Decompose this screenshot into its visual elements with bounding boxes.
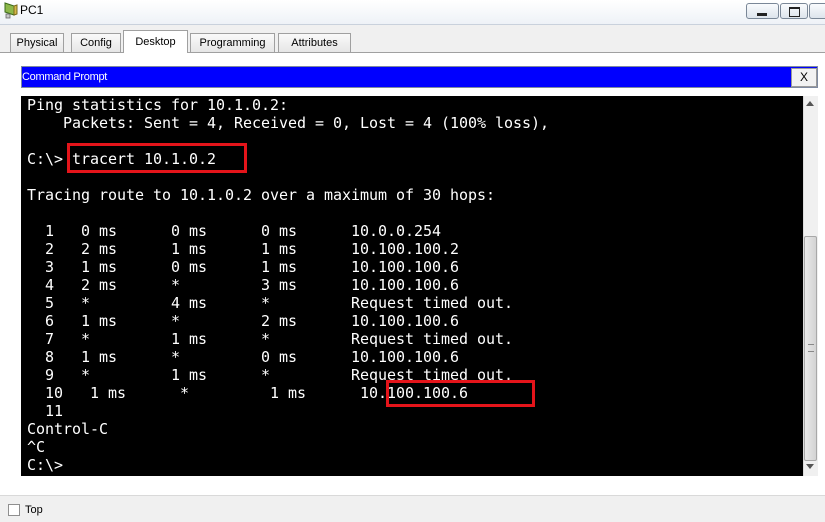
maximize-button[interactable]: [780, 3, 808, 19]
terminal-line: 6 1 ms * 2 ms 10.100.100.6: [27, 312, 460, 330]
terminal-line: 7 * 1 ms * Request timed out.: [27, 330, 514, 348]
terminal-line: 2 2 ms 1 ms 1 ms 10.100.100.2: [27, 240, 460, 258]
terminal-line: Ping statistics for 10.1.0.2:: [27, 96, 289, 114]
tracert-command-highlight: [67, 143, 247, 173]
tab-config[interactable]: Config: [71, 33, 121, 52]
terminal-line: C:\>: [27, 456, 64, 474]
minimize-button[interactable]: [746, 3, 779, 19]
terminal-line: 5 * 4 ms * Request timed out.: [27, 294, 514, 312]
tab-attributes[interactable]: Attributes: [278, 33, 351, 52]
terminal-line: Packets: Sent = 4, Received = 0, Lost = …: [27, 114, 550, 132]
terminal-line: 4 2 ms * 3 ms 10.100.100.6: [27, 276, 460, 294]
command-prompt-header: Command Prompt: [21, 66, 818, 88]
command-prompt-title: Command Prompt: [22, 71, 108, 83]
pc-icon: [4, 2, 18, 19]
final-hop-highlight: [386, 380, 535, 407]
command-prompt-close-button[interactable]: X: [791, 68, 817, 87]
terminal-line: 1 0 ms 0 ms 0 ms 10.0.0.254: [27, 222, 442, 240]
terminal-line: 3 1 ms 0 ms 1 ms 10.100.100.6: [27, 258, 460, 276]
close-button[interactable]: [809, 3, 825, 19]
bottom-bar: [0, 495, 825, 522]
scroll-up-icon[interactable]: [806, 101, 814, 106]
tab-physical[interactable]: Physical: [10, 33, 64, 52]
terminal-line: Tracing route to 10.1.0.2 over a maximum…: [27, 186, 496, 204]
grip-icon: [808, 344, 814, 352]
tab-programming[interactable]: Programming: [190, 33, 275, 52]
terminal-scrollbar[interactable]: [803, 96, 818, 476]
top-checkbox[interactable]: [8, 504, 20, 516]
scroll-down-icon[interactable]: [806, 464, 814, 469]
terminal-line: 8 1 ms * 0 ms 10.100.100.6: [27, 348, 460, 366]
top-checkbox-label: Top: [25, 504, 43, 516]
tab-desktop[interactable]: Desktop: [123, 30, 188, 53]
terminal-line: ^C: [27, 438, 46, 456]
terminal-line: 11: [27, 402, 64, 420]
window-title: PC1: [20, 3, 44, 17]
scroll-thumb[interactable]: [804, 236, 817, 461]
terminal-line: Control-C: [27, 420, 109, 438]
title-bar: PC1: [0, 0, 825, 25]
